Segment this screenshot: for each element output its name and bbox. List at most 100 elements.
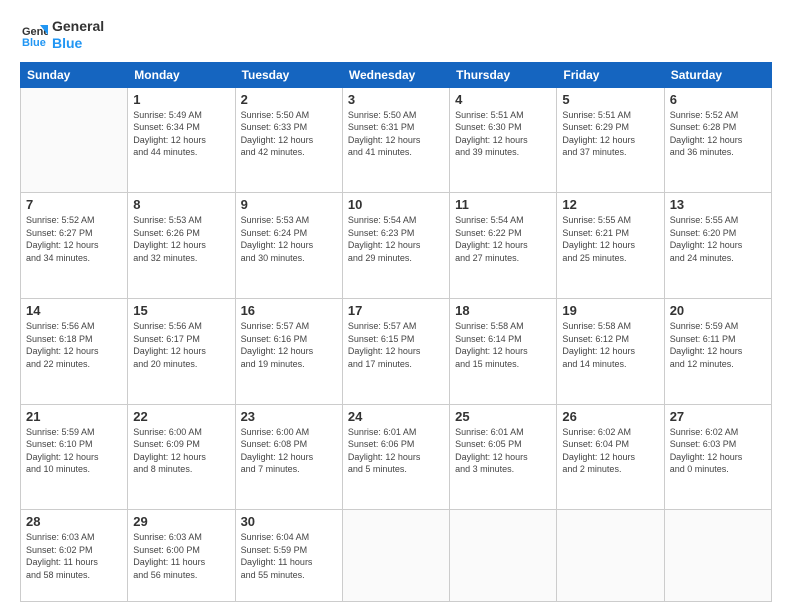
day-number: 4 xyxy=(455,92,551,107)
calendar-cell xyxy=(342,510,449,602)
day-info: Sunrise: 5:55 AM Sunset: 6:20 PM Dayligh… xyxy=(670,214,766,264)
day-info: Sunrise: 6:02 AM Sunset: 6:03 PM Dayligh… xyxy=(670,426,766,476)
weekday-header: Thursday xyxy=(450,62,557,87)
day-number: 3 xyxy=(348,92,444,107)
calendar-cell xyxy=(450,510,557,602)
day-number: 12 xyxy=(562,197,658,212)
calendar-cell: 30 Sunrise: 6:04 AM Sunset: 5:59 PM Dayli… xyxy=(235,510,342,602)
calendar-cell: 12Sunrise: 5:55 AM Sunset: 6:21 PM Dayli… xyxy=(557,193,664,299)
day-info: Sunrise: 5:58 AM Sunset: 6:14 PM Dayligh… xyxy=(455,320,551,370)
day-info: Sunrise: 5:50 AM Sunset: 6:31 PM Dayligh… xyxy=(348,109,444,159)
day-info: Sunrise: 5:57 AM Sunset: 6:15 PM Dayligh… xyxy=(348,320,444,370)
day-number: 10 xyxy=(348,197,444,212)
weekday-header: Sunday xyxy=(21,62,128,87)
calendar-table: SundayMondayTuesdayWednesdayThursdayFrid… xyxy=(20,62,772,602)
calendar-cell: 25 Sunrise: 6:01 AM Sunset: 6:05 PM Dayli… xyxy=(450,404,557,510)
calendar-cell: 22Sunrise: 6:00 AM Sunset: 6:09 PM Dayli… xyxy=(128,404,235,510)
day-number: 29 xyxy=(133,514,229,529)
calendar-cell: 18 Sunrise: 5:58 AM Sunset: 6:14 PM Dayli… xyxy=(450,298,557,404)
day-info: Sunrise: 5:52 AM Sunset: 6:28 PM Dayligh… xyxy=(670,109,766,159)
calendar-week-row: 1Sunrise: 5:49 AM Sunset: 6:34 PM Daylig… xyxy=(21,87,772,193)
day-info: Sunrise: 5:56 AM Sunset: 6:18 PM Dayligh… xyxy=(26,320,122,370)
day-number: 5 xyxy=(562,92,658,107)
day-number: 19 xyxy=(562,303,658,318)
weekday-header: Monday xyxy=(128,62,235,87)
day-number: 26 xyxy=(562,409,658,424)
day-info: Sunrise: 5:53 AM Sunset: 6:24 PM Dayligh… xyxy=(241,214,337,264)
day-info: Sunrise: 5:59 AM Sunset: 6:10 PM Dayligh… xyxy=(26,426,122,476)
day-info: Sunrise: 6:00 AM Sunset: 6:09 PM Dayligh… xyxy=(133,426,229,476)
calendar-cell: 11 Sunrise: 5:54 AM Sunset: 6:22 PM Dayli… xyxy=(450,193,557,299)
calendar-cell xyxy=(21,87,128,193)
calendar-cell: 16 Sunrise: 5:57 AM Sunset: 6:16 PM Dayli… xyxy=(235,298,342,404)
day-info: Sunrise: 6:03 AM Sunset: 6:02 PM Dayligh… xyxy=(26,531,122,581)
logo: General Blue General Blue xyxy=(20,18,104,52)
day-info: Sunrise: 6:04 AM Sunset: 5:59 PM Dayligh… xyxy=(241,531,337,581)
calendar-cell xyxy=(664,510,771,602)
day-number: 25 xyxy=(455,409,551,424)
weekday-header: Friday xyxy=(557,62,664,87)
calendar-cell: 5Sunrise: 5:51 AM Sunset: 6:29 PM Daylig… xyxy=(557,87,664,193)
day-info: Sunrise: 5:51 AM Sunset: 6:30 PM Dayligh… xyxy=(455,109,551,159)
calendar-header-row: SundayMondayTuesdayWednesdayThursdayFrid… xyxy=(21,62,772,87)
weekday-header: Saturday xyxy=(664,62,771,87)
logo-icon: General Blue xyxy=(20,21,48,49)
calendar-cell: 29Sunrise: 6:03 AM Sunset: 6:00 PM Dayli… xyxy=(128,510,235,602)
day-number: 2 xyxy=(241,92,337,107)
day-info: Sunrise: 5:56 AM Sunset: 6:17 PM Dayligh… xyxy=(133,320,229,370)
calendar-cell: 4 Sunrise: 5:51 AM Sunset: 6:30 PM Daylig… xyxy=(450,87,557,193)
calendar-cell: 7 Sunrise: 5:52 AM Sunset: 6:27 PM Daylig… xyxy=(21,193,128,299)
day-info: Sunrise: 6:00 AM Sunset: 6:08 PM Dayligh… xyxy=(241,426,337,476)
day-number: 23 xyxy=(241,409,337,424)
logo-blue: Blue xyxy=(52,35,104,52)
calendar-cell: 24 Sunrise: 6:01 AM Sunset: 6:06 PM Dayli… xyxy=(342,404,449,510)
calendar-cell: 13 Sunrise: 5:55 AM Sunset: 6:20 PM Dayli… xyxy=(664,193,771,299)
day-number: 16 xyxy=(241,303,337,318)
day-number: 30 xyxy=(241,514,337,529)
day-info: Sunrise: 5:49 AM Sunset: 6:34 PM Dayligh… xyxy=(133,109,229,159)
day-number: 11 xyxy=(455,197,551,212)
day-info: Sunrise: 5:54 AM Sunset: 6:22 PM Dayligh… xyxy=(455,214,551,264)
day-info: Sunrise: 5:52 AM Sunset: 6:27 PM Dayligh… xyxy=(26,214,122,264)
day-number: 28 xyxy=(26,514,122,529)
day-number: 7 xyxy=(26,197,122,212)
calendar-cell: 1Sunrise: 5:49 AM Sunset: 6:34 PM Daylig… xyxy=(128,87,235,193)
calendar-cell: 14 Sunrise: 5:56 AM Sunset: 6:18 PM Dayli… xyxy=(21,298,128,404)
calendar-cell: 3 Sunrise: 5:50 AM Sunset: 6:31 PM Daylig… xyxy=(342,87,449,193)
day-number: 27 xyxy=(670,409,766,424)
calendar-cell: 10 Sunrise: 5:54 AM Sunset: 6:23 PM Dayli… xyxy=(342,193,449,299)
calendar-cell: 19 Sunrise: 5:58 AM Sunset: 6:12 PM Dayli… xyxy=(557,298,664,404)
day-info: Sunrise: 5:50 AM Sunset: 6:33 PM Dayligh… xyxy=(241,109,337,159)
day-number: 8 xyxy=(133,197,229,212)
weekday-header: Wednesday xyxy=(342,62,449,87)
calendar-cell: 20 Sunrise: 5:59 AM Sunset: 6:11 PM Dayli… xyxy=(664,298,771,404)
calendar-cell: 27 Sunrise: 6:02 AM Sunset: 6:03 PM Dayli… xyxy=(664,404,771,510)
calendar-cell: 23 Sunrise: 6:00 AM Sunset: 6:08 PM Dayli… xyxy=(235,404,342,510)
day-info: Sunrise: 5:54 AM Sunset: 6:23 PM Dayligh… xyxy=(348,214,444,264)
calendar-cell: 15 Sunrise: 5:56 AM Sunset: 6:17 PM Dayli… xyxy=(128,298,235,404)
day-info: Sunrise: 5:59 AM Sunset: 6:11 PM Dayligh… xyxy=(670,320,766,370)
day-number: 14 xyxy=(26,303,122,318)
calendar-week-row: 28 Sunrise: 6:03 AM Sunset: 6:02 PM Dayli… xyxy=(21,510,772,602)
day-info: Sunrise: 6:02 AM Sunset: 6:04 PM Dayligh… xyxy=(562,426,658,476)
day-info: Sunrise: 5:58 AM Sunset: 6:12 PM Dayligh… xyxy=(562,320,658,370)
calendar-cell: 2 Sunrise: 5:50 AM Sunset: 6:33 PM Daylig… xyxy=(235,87,342,193)
day-number: 18 xyxy=(455,303,551,318)
calendar-cell xyxy=(557,510,664,602)
day-number: 15 xyxy=(133,303,229,318)
logo-general: General xyxy=(52,18,104,35)
day-number: 9 xyxy=(241,197,337,212)
day-number: 6 xyxy=(670,92,766,107)
day-number: 20 xyxy=(670,303,766,318)
day-info: Sunrise: 6:01 AM Sunset: 6:05 PM Dayligh… xyxy=(455,426,551,476)
day-number: 24 xyxy=(348,409,444,424)
day-info: Sunrise: 5:57 AM Sunset: 6:16 PM Dayligh… xyxy=(241,320,337,370)
svg-text:Blue: Blue xyxy=(22,37,46,49)
day-info: Sunrise: 5:53 AM Sunset: 6:26 PM Dayligh… xyxy=(133,214,229,264)
day-number: 13 xyxy=(670,197,766,212)
calendar-cell: 17Sunrise: 5:57 AM Sunset: 6:15 PM Dayli… xyxy=(342,298,449,404)
day-number: 21 xyxy=(26,409,122,424)
calendar-cell: 6 Sunrise: 5:52 AM Sunset: 6:28 PM Daylig… xyxy=(664,87,771,193)
calendar-week-row: 14 Sunrise: 5:56 AM Sunset: 6:18 PM Dayli… xyxy=(21,298,772,404)
day-info: Sunrise: 6:01 AM Sunset: 6:06 PM Dayligh… xyxy=(348,426,444,476)
